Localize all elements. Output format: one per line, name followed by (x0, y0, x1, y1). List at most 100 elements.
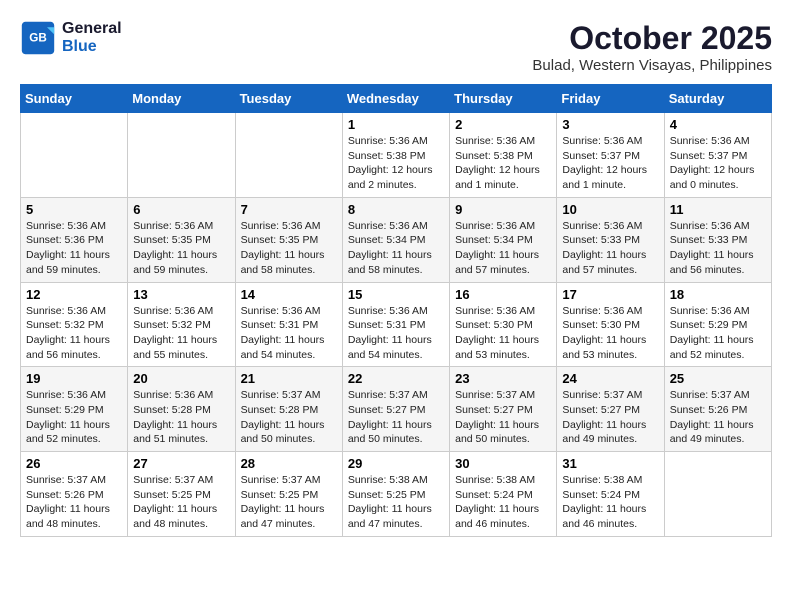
day-info: Sunrise: 5:36 AMSunset: 5:38 PMDaylight:… (348, 134, 444, 193)
month-title: October 2025 (532, 20, 772, 57)
week-row-4: 19 Sunrise: 5:36 AMSunset: 5:29 PMDayligh… (21, 367, 772, 452)
day-number: 31 (562, 456, 658, 471)
calendar-cell (21, 113, 128, 198)
day-info: Sunrise: 5:36 AMSunset: 5:30 PMDaylight:… (562, 304, 658, 363)
day-number: 14 (241, 287, 337, 302)
day-info: Sunrise: 5:36 AMSunset: 5:36 PMDaylight:… (26, 219, 122, 278)
weekday-header-tuesday: Tuesday (235, 85, 342, 113)
logo: GB General Blue (20, 20, 122, 56)
calendar-cell: 25 Sunrise: 5:37 AMSunset: 5:26 PMDayligh… (664, 367, 771, 452)
calendar-cell: 26 Sunrise: 5:37 AMSunset: 5:26 PMDayligh… (21, 452, 128, 537)
day-number: 1 (348, 117, 444, 132)
day-info: Sunrise: 5:36 AMSunset: 5:32 PMDaylight:… (26, 304, 122, 363)
day-number: 28 (241, 456, 337, 471)
day-number: 15 (348, 287, 444, 302)
day-info: Sunrise: 5:37 AMSunset: 5:26 PMDaylight:… (670, 388, 766, 447)
weekday-header-monday: Monday (128, 85, 235, 113)
calendar-table: SundayMondayTuesdayWednesdayThursdayFrid… (20, 84, 772, 537)
calendar-cell: 5Sunrise: 5:36 AMSunset: 5:36 PMDaylight… (21, 197, 128, 282)
day-info: Sunrise: 5:37 AMSunset: 5:27 PMDaylight:… (562, 388, 658, 447)
day-number: 10 (562, 202, 658, 217)
day-number: 16 (455, 287, 551, 302)
day-number: 30 (455, 456, 551, 471)
day-number: 11 (670, 202, 766, 217)
calendar-cell: 7 Sunrise: 5:36 AMSunset: 5:35 PMDaylight… (235, 197, 342, 282)
day-info: Sunrise: 5:37 AMSunset: 5:28 PMDaylight:… (241, 388, 337, 447)
day-number: 6 (133, 202, 229, 217)
day-info: Sunrise: 5:36 AMSunset: 5:31 PMDaylight:… (348, 304, 444, 363)
calendar-cell (128, 113, 235, 198)
day-number: 23 (455, 371, 551, 386)
week-row-1: 1 Sunrise: 5:36 AMSunset: 5:38 PMDaylight… (21, 113, 772, 198)
day-info: Sunrise: 5:36 AMSunset: 5:35 PMDaylight:… (241, 219, 337, 278)
calendar-cell: 12 Sunrise: 5:36 AMSunset: 5:32 PMDayligh… (21, 282, 128, 367)
calendar-cell: 28 Sunrise: 5:37 AMSunset: 5:25 PMDayligh… (235, 452, 342, 537)
calendar-cell: 13 Sunrise: 5:36 AMSunset: 5:32 PMDayligh… (128, 282, 235, 367)
weekday-header-saturday: Saturday (664, 85, 771, 113)
location-title: Bulad, Western Visayas, Philippines (532, 57, 772, 74)
calendar-cell: 10 Sunrise: 5:36 AMSunset: 5:33 PMDayligh… (557, 197, 664, 282)
calendar-cell: 11 Sunrise: 5:36 AMSunset: 5:33 PMDayligh… (664, 197, 771, 282)
day-info: Sunrise: 5:36 AMSunset: 5:30 PMDaylight:… (455, 304, 551, 363)
calendar-cell: 15 Sunrise: 5:36 AMSunset: 5:31 PMDayligh… (342, 282, 449, 367)
page-header: GB General Blue October 2025 Bulad, West… (20, 20, 772, 74)
calendar-cell: 30Sunrise: 5:38 AMSunset: 5:24 PMDayligh… (450, 452, 557, 537)
calendar-cell: 9Sunrise: 5:36 AMSunset: 5:34 PMDaylight… (450, 197, 557, 282)
calendar-cell: 31 Sunrise: 5:38 AMSunset: 5:24 PMDayligh… (557, 452, 664, 537)
day-info: Sunrise: 5:36 AMSunset: 5:29 PMDaylight:… (670, 304, 766, 363)
title-block: October 2025 Bulad, Western Visayas, Phi… (532, 20, 772, 74)
day-info: Sunrise: 5:36 AMSunset: 5:37 PMDaylight:… (562, 134, 658, 193)
day-info: Sunrise: 5:37 AMSunset: 5:25 PMDaylight:… (241, 473, 337, 532)
day-info: Sunrise: 5:37 AMSunset: 5:27 PMDaylight:… (348, 388, 444, 447)
week-row-2: 5Sunrise: 5:36 AMSunset: 5:36 PMDaylight… (21, 197, 772, 282)
calendar-cell: 19 Sunrise: 5:36 AMSunset: 5:29 PMDayligh… (21, 367, 128, 452)
day-number: 18 (670, 287, 766, 302)
day-number: 8 (348, 202, 444, 217)
calendar-cell: 2 Sunrise: 5:36 AMSunset: 5:38 PMDaylight… (450, 113, 557, 198)
calendar-cell: 16 Sunrise: 5:36 AMSunset: 5:30 PMDayligh… (450, 282, 557, 367)
day-number: 13 (133, 287, 229, 302)
day-info: Sunrise: 5:36 AMSunset: 5:33 PMDaylight:… (562, 219, 658, 278)
day-number: 27 (133, 456, 229, 471)
day-number: 22 (348, 371, 444, 386)
day-info: Sunrise: 5:38 AMSunset: 5:25 PMDaylight:… (348, 473, 444, 532)
day-info: Sunrise: 5:36 AMSunset: 5:38 PMDaylight:… (455, 134, 551, 193)
calendar-cell: 17Sunrise: 5:36 AMSunset: 5:30 PMDayligh… (557, 282, 664, 367)
calendar-cell (235, 113, 342, 198)
day-info: Sunrise: 5:36 AMSunset: 5:35 PMDaylight:… (133, 219, 229, 278)
day-info: Sunrise: 5:36 AMSunset: 5:33 PMDaylight:… (670, 219, 766, 278)
day-number: 20 (133, 371, 229, 386)
day-info: Sunrise: 5:37 AMSunset: 5:27 PMDaylight:… (455, 388, 551, 447)
day-info: Sunrise: 5:38 AMSunset: 5:24 PMDaylight:… (562, 473, 658, 532)
day-number: 24 (562, 371, 658, 386)
day-number: 3 (562, 117, 658, 132)
week-row-3: 12 Sunrise: 5:36 AMSunset: 5:32 PMDayligh… (21, 282, 772, 367)
calendar-cell: 14Sunrise: 5:36 AMSunset: 5:31 PMDayligh… (235, 282, 342, 367)
weekday-header-sunday: Sunday (21, 85, 128, 113)
day-number: 7 (241, 202, 337, 217)
day-number: 26 (26, 456, 122, 471)
logo-line2: Blue (62, 38, 122, 56)
day-number: 19 (26, 371, 122, 386)
day-info: Sunrise: 5:37 AMSunset: 5:25 PMDaylight:… (133, 473, 229, 532)
day-number: 25 (670, 371, 766, 386)
calendar-cell: 8 Sunrise: 5:36 AMSunset: 5:34 PMDaylight… (342, 197, 449, 282)
calendar-cell: 18 Sunrise: 5:36 AMSunset: 5:29 PMDayligh… (664, 282, 771, 367)
weekday-header-wednesday: Wednesday (342, 85, 449, 113)
day-number: 2 (455, 117, 551, 132)
weekday-header-thursday: Thursday (450, 85, 557, 113)
day-info: Sunrise: 5:36 AMSunset: 5:32 PMDaylight:… (133, 304, 229, 363)
day-info: Sunrise: 5:36 AMSunset: 5:34 PMDaylight:… (348, 219, 444, 278)
day-info: Sunrise: 5:36 AMSunset: 5:34 PMDaylight:… (455, 219, 551, 278)
weekday-header-friday: Friday (557, 85, 664, 113)
day-info: Sunrise: 5:37 AMSunset: 5:26 PMDaylight:… (26, 473, 122, 532)
day-number: 12 (26, 287, 122, 302)
calendar-cell: 22 Sunrise: 5:37 AMSunset: 5:27 PMDayligh… (342, 367, 449, 452)
day-info: Sunrise: 5:36 AMSunset: 5:29 PMDaylight:… (26, 388, 122, 447)
calendar-cell: 21Sunrise: 5:37 AMSunset: 5:28 PMDayligh… (235, 367, 342, 452)
weekday-header-row: SundayMondayTuesdayWednesdayThursdayFrid… (21, 85, 772, 113)
calendar-cell: 24 Sunrise: 5:37 AMSunset: 5:27 PMDayligh… (557, 367, 664, 452)
day-info: Sunrise: 5:36 AMSunset: 5:28 PMDaylight:… (133, 388, 229, 447)
calendar-cell: 29Sunrise: 5:38 AMSunset: 5:25 PMDayligh… (342, 452, 449, 537)
calendar-cell: 23 Sunrise: 5:37 AMSunset: 5:27 PMDayligh… (450, 367, 557, 452)
